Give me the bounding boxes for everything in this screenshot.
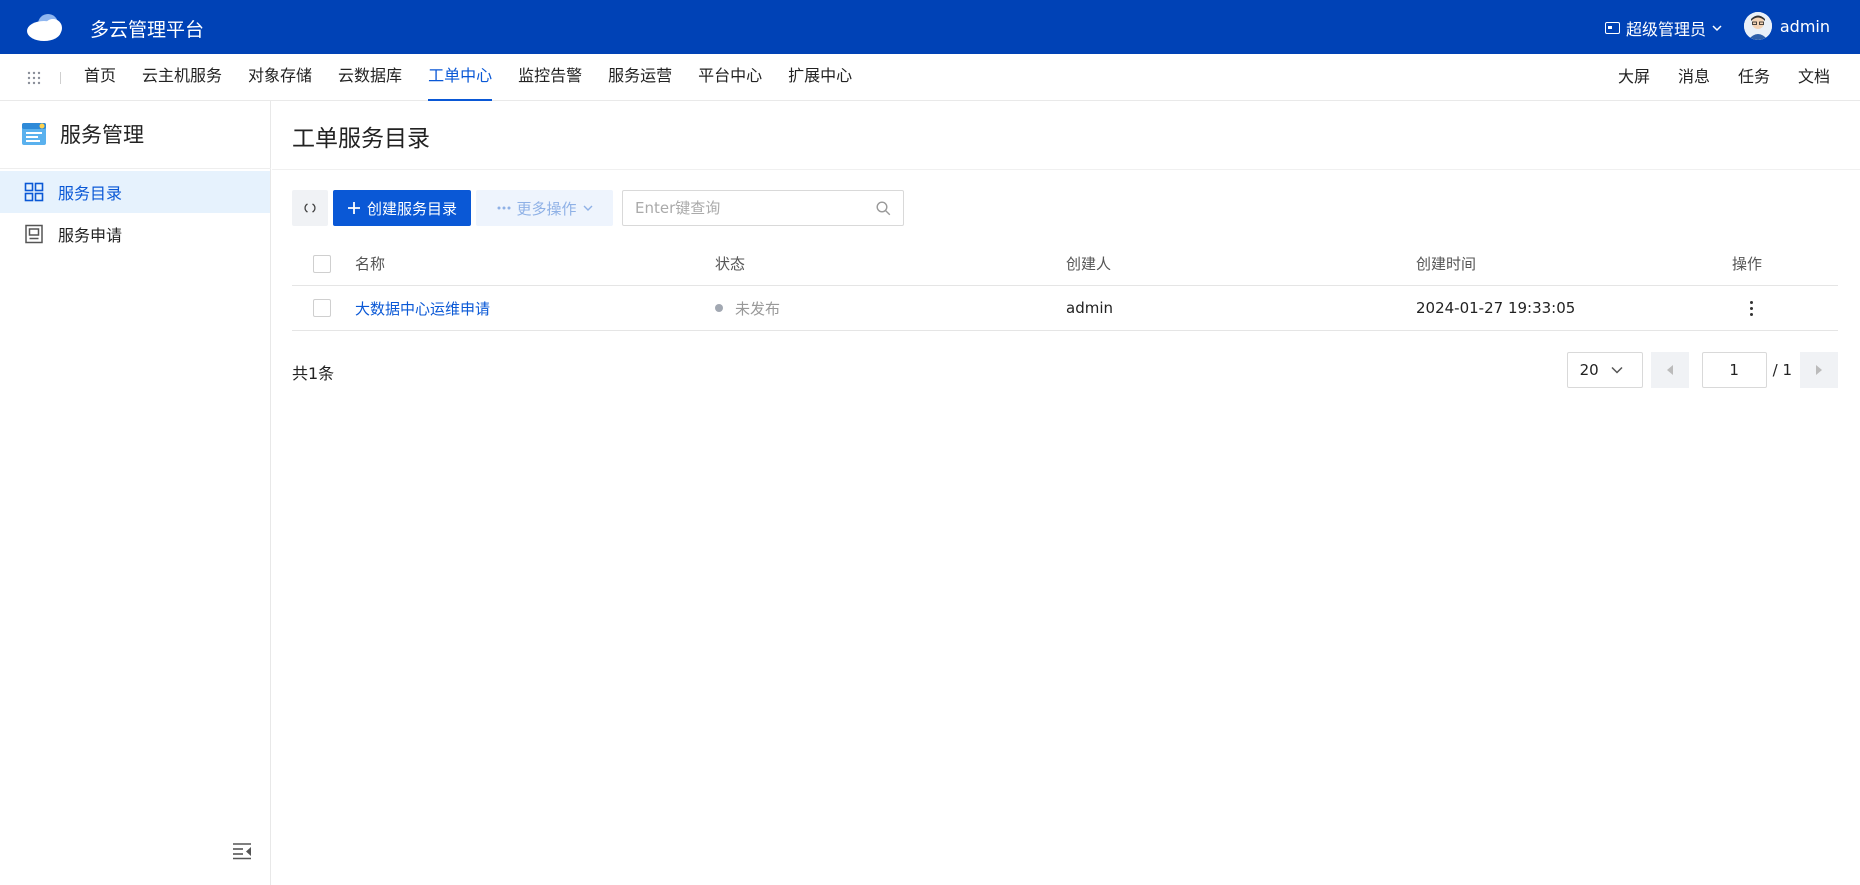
row-created-time: 2024-01-27 19:33:05 [1416, 299, 1576, 317]
row-checkbox[interactable] [313, 299, 331, 317]
sidebar-divider [0, 168, 271, 169]
sidebar-item-label: 服务目录 [58, 184, 123, 203]
more-actions-button[interactable]: 更多操作 [476, 190, 614, 226]
caret-left-icon [1666, 365, 1673, 375]
username: admin [1779, 16, 1830, 36]
row-name-link[interactable]: 大数据中心运维申请 [355, 286, 490, 330]
create-service-catalog-button[interactable]: 创建服务目录 [333, 190, 472, 226]
more-actions-label: 更多操作 [516, 199, 577, 218]
caret-right-icon [1816, 365, 1822, 375]
service-catalog-table: 名称 状态 创建人 创建时间 操作 大数据中心运维申请 未发布 admin 20… [292, 242, 1838, 331]
role-switcher[interactable]: 超级管理员 [1604, 16, 1722, 40]
nav-item-object-storage[interactable]: 对象存储 [248, 54, 312, 101]
chevron-down-icon [583, 205, 593, 211]
cloud-logo-icon[interactable] [24, 10, 68, 44]
role-label: 超级管理员 [1625, 20, 1706, 39]
sidebar-title: 服务管理 [60, 123, 144, 147]
nav-link-big-screen[interactable]: 大屏 [1618, 54, 1650, 101]
nav-link-docs[interactable]: 文档 [1798, 54, 1830, 101]
more-vertical-icon[interactable] [1741, 298, 1761, 318]
column-header-name[interactable]: 名称 [355, 242, 385, 285]
avatar [1743, 12, 1772, 40]
top-header: 多云管理平台 超级管理员 admin [0, 0, 1860, 54]
next-page-button[interactable] [1800, 352, 1838, 388]
ellipsis-icon [497, 206, 510, 210]
column-header-status[interactable]: 状态 [715, 242, 745, 285]
chevron-down-icon [1611, 366, 1623, 374]
nav-item-home[interactable]: 首页 [84, 54, 116, 101]
main-content: 工单服务目录 创建服务目录 更多操作 Enter键查询 名称 状态 创建人 创建… [272, 101, 1860, 885]
chevron-down-icon [1712, 25, 1722, 32]
nav-item-platform-center[interactable]: 平台中心 [698, 54, 762, 101]
create-button-label: 创建服务目录 [367, 199, 458, 218]
app-title: 多云管理平台 [90, 19, 205, 41]
nav-link-tasks[interactable]: 任务 [1738, 54, 1770, 101]
row-status: 未发布 [715, 286, 780, 330]
refresh-button[interactable] [292, 190, 328, 226]
nav-menu: 首页 云主机服务 对象存储 云数据库 工单中心 监控告警 服务运营 平台中心 扩… [84, 54, 852, 101]
search-icon[interactable] [876, 201, 891, 216]
nav-divider [60, 72, 61, 84]
nav-item-cloud-database[interactable]: 云数据库 [338, 54, 402, 101]
page-size-value: 20 [1579, 361, 1599, 379]
sidebar-item-label: 服务申请 [58, 226, 123, 245]
nav-item-ticket-center[interactable]: 工单中心 [428, 54, 493, 101]
pagination: 20 1 / 1 [1566, 352, 1838, 388]
nav-item-service-operations[interactable]: 服务运营 [608, 54, 672, 101]
collapse-sidebar-icon[interactable] [232, 842, 252, 860]
previous-page-button[interactable] [1650, 352, 1689, 388]
form-icon [25, 224, 43, 244]
column-header-creator[interactable]: 创建人 [1066, 242, 1111, 285]
main-nav: 首页 云主机服务 对象存储 云数据库 工单中心 监控告警 服务运营 平台中心 扩… [0, 54, 1860, 101]
sidebar-header: 服务管理 [20, 119, 144, 149]
select-all-cell [313, 242, 331, 285]
refresh-icon [304, 203, 316, 213]
sidebar-item-service-catalog[interactable]: 服务目录 [0, 171, 270, 213]
grid-icon [24, 182, 44, 202]
row-creator: admin [1066, 299, 1113, 317]
nav-item-monitoring[interactable]: 监控告警 [518, 54, 582, 101]
toolbar: 创建服务目录 更多操作 [292, 190, 905, 226]
page-number-input[interactable]: 1 [1701, 352, 1767, 388]
status-dot [715, 304, 723, 312]
row-actions-cell [1732, 286, 1761, 330]
service-management-icon [22, 123, 46, 145]
app-grid-icon[interactable] [26, 70, 42, 86]
nav-item-cloud-host[interactable]: 云主机服务 [142, 54, 222, 101]
nav-item-extension-center[interactable]: 扩展中心 [788, 54, 852, 101]
id-card-icon [1604, 22, 1620, 34]
sidebar: 服务管理 服务目录 服务申请 [0, 101, 271, 885]
page-size-select[interactable]: 20 [1566, 352, 1643, 388]
title-divider [272, 169, 1860, 170]
total-count: 共1条 [292, 364, 335, 383]
status-text: 未发布 [735, 299, 781, 318]
search-box [622, 190, 905, 226]
sidebar-item-service-request[interactable]: 服务申请 [0, 213, 270, 255]
column-header-created-time[interactable]: 创建时间 [1416, 242, 1476, 285]
plus-icon [348, 202, 360, 214]
page-title: 工单服务目录 [292, 126, 430, 152]
nav-utility-links: 大屏 消息 任务 文档 [1618, 54, 1830, 101]
nav-link-messages[interactable]: 消息 [1678, 54, 1710, 101]
table-header-row: 名称 状态 创建人 创建时间 操作 [292, 242, 1838, 286]
table-row: 大数据中心运维申请 未发布 admin 2024-01-27 19:33:05 [292, 286, 1838, 331]
column-header-actions: 操作 [1732, 255, 1763, 273]
select-all-checkbox[interactable] [313, 254, 331, 273]
row-select-cell [313, 286, 331, 330]
user-menu[interactable]: admin [1743, 12, 1830, 40]
total-pages: / 1 [1772, 361, 1792, 379]
search-input[interactable] [623, 191, 854, 225]
